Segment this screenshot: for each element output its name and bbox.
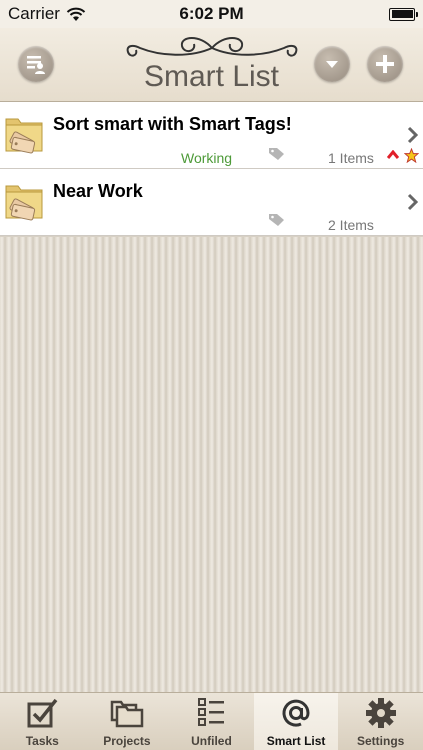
list-icon [198, 698, 225, 726]
triangle-down-icon [326, 61, 338, 68]
at-icon [282, 699, 310, 727]
status-left: Carrier [8, 4, 86, 24]
checkbox-icon [27, 698, 58, 728]
wifi-icon [66, 7, 86, 21]
context-label: Working [181, 150, 233, 166]
list-item-title: Near Work [53, 181, 143, 201]
carrier-label: Carrier [8, 4, 60, 23]
chevron-right-icon [407, 193, 418, 211]
tab-label: Tasks [25, 734, 59, 748]
list-item-title: Sort smart with Smart Tags! [53, 114, 292, 134]
star-icon[interactable] [404, 148, 419, 163]
contacts-button[interactable] [18, 46, 54, 82]
corrugated-background [0, 237, 423, 692]
tagged-folder-icon [5, 118, 43, 154]
tagged-folder-icon [5, 185, 43, 221]
tab-unfiled[interactable]: Unfiled [169, 693, 254, 750]
tag-icon [269, 148, 284, 160]
nav-bar: Smart List [0, 28, 423, 102]
add-button[interactable] [367, 46, 403, 82]
folders-icon [110, 700, 144, 728]
gear-icon [365, 698, 396, 728]
list-item[interactable]: Sort smart with Smart Tags! Working 1 It… [0, 102, 423, 169]
plus-icon [376, 55, 394, 73]
smart-list: Sort smart with Smart Tags! Working 1 It… [0, 102, 423, 236]
list-item[interactable]: Near Work 2 Items [0, 169, 423, 236]
page-title: Smart List [143, 60, 280, 93]
dropdown-button[interactable] [314, 46, 350, 82]
chevron-right-icon [407, 126, 418, 144]
battery-icon [389, 7, 418, 21]
tab-smart-list[interactable]: Smart List [253, 693, 339, 750]
flourish-ornament [126, 37, 298, 57]
tab-bar: Tasks Projects Unfiled Smart List Settin… [0, 692, 423, 750]
tag-icon [269, 214, 284, 226]
tab-label: Unfiled [191, 734, 232, 748]
list-person-icon [27, 56, 45, 74]
tab-tasks[interactable]: Tasks [0, 693, 85, 750]
tab-label: Smart List [266, 734, 326, 748]
priority-up-icon [387, 150, 399, 159]
tab-label: Projects [103, 734, 151, 748]
tab-label: Settings [357, 734, 405, 748]
item-count: 2 Items [328, 217, 374, 233]
tab-projects[interactable]: Projects [85, 693, 170, 750]
item-count: 1 Items [328, 150, 374, 166]
tab-settings[interactable]: Settings [338, 693, 423, 750]
status-bar: Carrier 6:02 PM [0, 0, 423, 28]
